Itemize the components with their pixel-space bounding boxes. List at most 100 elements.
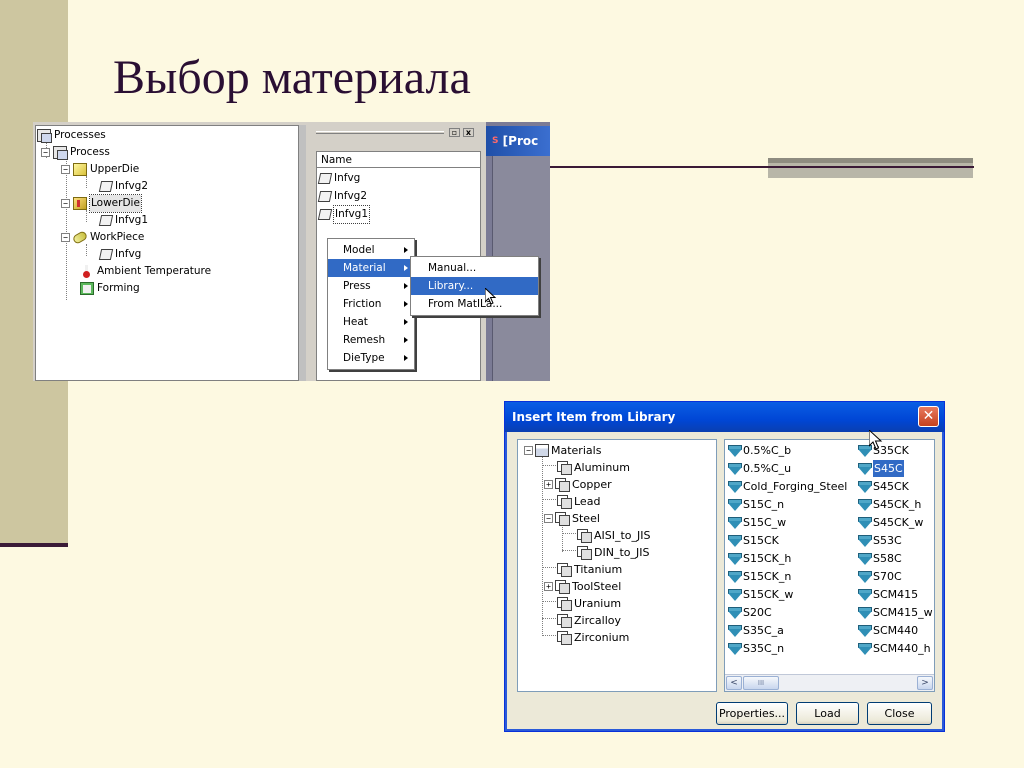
horizontal-scrollbar[interactable]: < III > (725, 674, 934, 691)
tree-node-process[interactable]: − Process (41, 144, 110, 161)
properties-button[interactable]: Properties... (716, 702, 788, 725)
material-list: 0.5%C_b 0.5%C_u Cold_Forging_Steel S15C_… (724, 439, 935, 692)
list-item-label: SCM440_h (873, 642, 931, 655)
collapse-icon[interactable]: − (61, 233, 70, 242)
tree-node-lead[interactable]: Lead (557, 493, 600, 510)
material-gem-icon (857, 462, 872, 475)
collapse-icon[interactable]: − (41, 148, 50, 157)
list-item[interactable]: SCM440 (857, 622, 918, 639)
tree-node-toolsteel[interactable]: + ToolSteel (544, 578, 621, 595)
tree-node-copper[interactable]: + Copper (544, 476, 612, 493)
collapse-icon[interactable]: − (61, 165, 70, 174)
list-item[interactable]: S45CK_w (857, 514, 923, 531)
menu-item-remesh[interactable]: Remesh (328, 331, 414, 349)
list-item[interactable]: S58C (857, 550, 902, 567)
menu-item-heat[interactable]: Heat (328, 313, 414, 331)
list-item[interactable]: S15CK (727, 532, 779, 549)
list-item-label: S35C_a (743, 624, 784, 637)
list-item[interactable]: S15C_w (727, 514, 786, 531)
list-item[interactable]: 0.5%C_u (727, 460, 791, 477)
list-item[interactable]: S35C_n (727, 640, 784, 657)
tree-node-label: Process (70, 146, 110, 158)
list-item[interactable]: S45CK (857, 478, 909, 495)
tree-node-ambient[interactable]: Ambient Temperature (80, 263, 211, 280)
tree-node-steel[interactable]: − Steel (544, 510, 600, 527)
tree-line (542, 567, 556, 568)
panel-splitter[interactable] (299, 125, 306, 381)
collapse-icon[interactable]: − (61, 199, 70, 208)
scroll-right-icon[interactable]: > (917, 676, 933, 690)
menu-item-model[interactable]: Model (328, 241, 414, 259)
menu-item-label: Press (343, 280, 371, 292)
list-item[interactable]: S15C_n (727, 496, 784, 513)
tree-node-zircalloy[interactable]: Zircalloy (557, 612, 621, 629)
scroll-left-icon[interactable]: < (726, 676, 742, 690)
tree-node-infvg2[interactable]: Infvg2 (98, 178, 148, 195)
close-icon[interactable]: ✕ (918, 406, 939, 427)
tree-node-materials[interactable]: − Materials (524, 442, 601, 459)
list-item[interactable]: S20C (727, 604, 772, 621)
collapse-icon[interactable]: − (524, 446, 533, 455)
tree-node-din-to-jis[interactable]: DIN_to_JIS (577, 544, 649, 561)
slide-left-band-rule (0, 543, 68, 547)
tree-line (542, 456, 543, 636)
submenu-arrow-icon (404, 247, 408, 253)
tree-node-upperdie[interactable]: − UpperDie (61, 161, 139, 178)
menu-item-press[interactable]: Press (328, 277, 414, 295)
tree-node-aisi-to-jis[interactable]: AISI_to_JIS (577, 527, 651, 544)
menu-item-material[interactable]: Material (328, 259, 414, 277)
tree-node-lowerdie[interactable]: − LowerDie (61, 194, 142, 213)
tree-node-processes[interactable]: Processes (37, 127, 106, 144)
list-item[interactable]: S45CK_h (857, 496, 921, 513)
list-item[interactable]: S35C_a (727, 622, 784, 639)
menu-item-library[interactable]: Library... (411, 277, 538, 295)
menu-item-label: Heat (343, 316, 368, 328)
tree-node-infvg1[interactable]: Infvg1 (98, 212, 149, 229)
tree-node-workpiece[interactable]: − WorkPiece (61, 229, 144, 246)
expand-icon[interactable]: + (544, 480, 553, 489)
close-button[interactable]: Close (867, 702, 932, 725)
list-item[interactable]: Infvg1 (317, 205, 371, 224)
load-button[interactable]: Load (796, 702, 859, 725)
list-item[interactable]: SCM415_w (857, 604, 933, 621)
list-item-selected[interactable]: S45C (857, 460, 904, 477)
list-item[interactable]: Cold_Forging_Steel (727, 478, 847, 495)
list-item[interactable]: S70C (857, 568, 902, 585)
tree-node-label: Infvg1 (115, 214, 149, 226)
list-item[interactable]: S15CK_w (727, 586, 793, 603)
geometry-icon (98, 215, 114, 226)
collapse-icon[interactable]: − (544, 514, 553, 523)
tree-node-infvg[interactable]: Infvg (98, 246, 141, 263)
tree-line (562, 524, 563, 552)
list-item[interactable]: SCM440_h (857, 640, 931, 657)
list-item[interactable]: SCM415 (857, 586, 918, 603)
list-item[interactable]: 0.5%C_b (727, 442, 791, 459)
list-item[interactable]: S53C (857, 532, 902, 549)
tree-node-zirconium[interactable]: Zirconium (557, 629, 629, 646)
tree-node-aluminum[interactable]: Aluminum (557, 459, 630, 476)
list-item-label: S53C (873, 534, 902, 547)
material-gem-icon (857, 534, 872, 547)
list-item[interactable]: Infvg2 (317, 188, 367, 205)
minimize-icon[interactable]: ▫ (449, 128, 460, 137)
tree-node-forming[interactable]: Forming (80, 280, 140, 297)
tree-line (542, 499, 556, 500)
tree-node-uranium[interactable]: Uranium (557, 595, 621, 612)
category-icon (557, 563, 572, 577)
list-item[interactable]: Infvg (317, 170, 360, 187)
menu-item-friction[interactable]: Friction (328, 295, 414, 313)
menu-item-from-matila[interactable]: From MatILa... (411, 295, 538, 313)
list-item[interactable]: S15CK_h (727, 550, 791, 567)
name-column-header[interactable]: Name (317, 152, 480, 168)
expand-icon[interactable]: + (544, 582, 553, 591)
close-icon[interactable]: x (463, 128, 474, 137)
list-item[interactable]: S15CK_n (727, 568, 791, 585)
menu-item-dietype[interactable]: DieType (328, 349, 414, 367)
material-gem-icon (857, 552, 872, 565)
scroll-thumb[interactable]: III (743, 676, 779, 690)
tree-node-titanium[interactable]: Titanium (557, 561, 622, 578)
menu-item-manual[interactable]: Manual... (411, 259, 538, 277)
mouse-cursor-icon (868, 428, 883, 455)
material-gem-icon (727, 570, 742, 583)
panel-grip[interactable] (316, 131, 444, 134)
